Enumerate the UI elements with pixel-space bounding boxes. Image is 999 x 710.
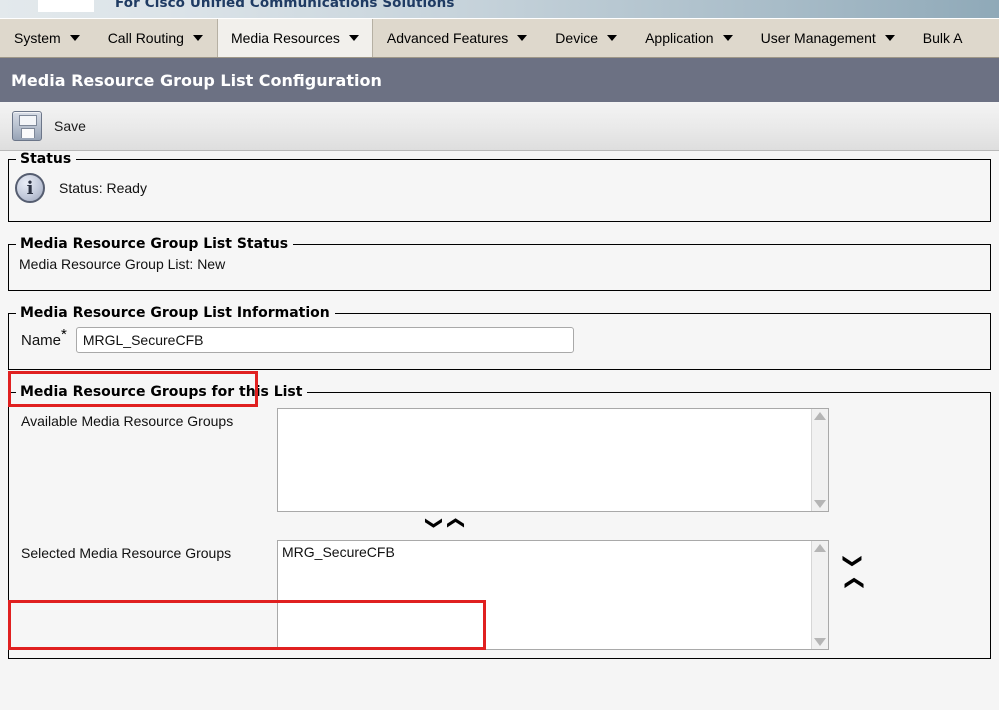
page-content: Status i Status: Ready Media Resource Gr…: [0, 151, 999, 659]
scroll-down-icon[interactable]: [814, 500, 826, 508]
reorder-down-button[interactable]: ❯: [842, 553, 864, 569]
chevron-down-icon: [722, 35, 733, 41]
menu-item-label: System: [14, 30, 61, 46]
list-item[interactable]: MRG_SecureCFB: [282, 543, 807, 562]
mrgl-information-legend: Media Resource Group List Information: [20, 305, 330, 321]
chevron-down-icon: [69, 35, 80, 41]
name-input[interactable]: [75, 327, 574, 353]
name-row: Name*: [9, 321, 990, 361]
media-resource-groups-legend: Media Resource Groups for this List: [20, 384, 303, 400]
scroll-up-icon[interactable]: [814, 544, 826, 552]
status-section-legend: Status: [20, 151, 72, 167]
menu-item-application[interactable]: Application: [631, 19, 747, 57]
brand-tagline: For Cisco Unified Communications Solutio…: [115, 0, 455, 11]
menu-item-label: Advanced Features: [386, 30, 509, 46]
menu-item-device[interactable]: Device: [541, 19, 632, 57]
info-icon: i: [15, 173, 45, 203]
save-button[interactable]: Save: [12, 111, 86, 141]
scroll-up-icon[interactable]: [814, 412, 826, 420]
menu-item-bulk-administration[interactable]: Bulk A: [908, 19, 986, 57]
menu-item-label: Media Resources: [230, 30, 340, 46]
menu-item-label: Call Routing: [107, 30, 184, 46]
mrgl-status-text: Media Resource Group List: New: [19, 256, 226, 272]
brand-banner: For Cisco Unified Communications Solutio…: [0, 0, 999, 18]
menu-item-call-routing[interactable]: Call Routing: [93, 19, 217, 57]
media-resource-groups-section: Media Resource Groups for this List Avai…: [8, 384, 991, 659]
available-groups-row: Available Media Resource Groups: [9, 400, 990, 512]
chevron-down-icon: [348, 35, 359, 41]
menu-item-label: Device: [555, 30, 599, 46]
floppy-disk-icon: [12, 111, 42, 141]
name-label-text: Name: [21, 331, 62, 349]
menu-item-label: User Management: [760, 30, 876, 46]
available-groups-listbox[interactable]: [277, 408, 829, 512]
move-buttons-group: ❯ ❯: [0, 512, 990, 532]
mrgl-status-section: Media Resource Group List Status Media R…: [8, 236, 991, 291]
selected-groups-items[interactable]: MRG_SecureCFB: [278, 541, 811, 649]
menu-item-advanced-features[interactable]: Advanced Features: [372, 19, 542, 57]
scroll-down-icon[interactable]: [814, 638, 826, 646]
move-down-button[interactable]: ❯: [424, 516, 444, 530]
page-title: Media Resource Group List Configuration: [11, 70, 382, 90]
save-button-label: Save: [54, 118, 86, 134]
menu-item-user-management[interactable]: User Management: [746, 19, 909, 57]
available-groups-items[interactable]: [278, 409, 811, 511]
selected-groups-row: Selected Media Resource Groups MRG_Secur…: [9, 532, 990, 650]
name-field-label: Name*: [9, 327, 67, 349]
menu-item-label: Bulk A: [922, 30, 963, 46]
chevron-down-icon: [517, 35, 528, 41]
chevron-down-icon: [884, 35, 895, 41]
main-menubar: System Call Routing Media Resources Adva…: [0, 18, 999, 58]
status-section: Status i Status: Ready: [8, 151, 991, 222]
action-toolbar: Save: [0, 102, 999, 151]
cisco-logo: [38, 0, 94, 12]
move-up-button[interactable]: ❯: [445, 516, 465, 530]
mrgl-status-legend: Media Resource Group List Status: [20, 236, 289, 252]
mrgl-information-section: Media Resource Group List Information Na…: [8, 305, 991, 370]
selected-groups-listbox[interactable]: MRG_SecureCFB: [277, 540, 829, 650]
selected-groups-label: Selected Media Resource Groups: [21, 545, 232, 561]
required-marker: *: [61, 325, 67, 343]
page-title-bar: Media Resource Group List Configuration: [0, 58, 999, 102]
menu-item-media-resources[interactable]: Media Resources: [216, 19, 373, 57]
status-text: Status: Ready: [59, 180, 147, 196]
chevron-down-icon: [192, 35, 203, 41]
selected-groups-scrollbar[interactable]: [811, 541, 828, 649]
available-groups-scrollbar[interactable]: [811, 409, 828, 511]
reorder-buttons-group: ❯ ❯: [842, 540, 864, 591]
reorder-up-button[interactable]: ❯: [842, 575, 864, 591]
menu-item-label: Application: [645, 30, 714, 46]
chevron-down-icon: [607, 35, 618, 41]
status-row: i Status: Ready: [9, 167, 990, 213]
available-groups-label: Available Media Resource Groups: [21, 413, 234, 429]
menu-item-system[interactable]: System: [0, 19, 94, 57]
